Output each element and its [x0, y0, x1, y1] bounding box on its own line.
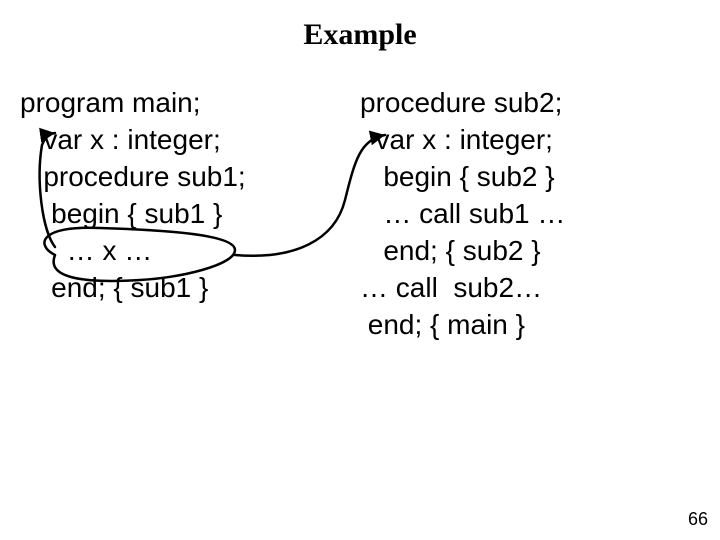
code-line: … x … — [20, 235, 152, 266]
code-line: var x : integer; — [20, 124, 221, 155]
right-code-block: procedure sub2; var x : integer; begin {… — [360, 84, 565, 343]
left-code-block: program main; var x : integer; procedure… — [20, 84, 246, 306]
code-line: end; { sub1 } — [20, 272, 208, 303]
code-line: begin { sub1 } — [20, 198, 222, 229]
code-line: program main; — [20, 87, 201, 118]
code-line: procedure sub1; — [20, 161, 246, 192]
code-line: end; { main } — [360, 309, 525, 340]
code-line: … call sub2… — [360, 272, 542, 303]
page-title: Example — [0, 18, 720, 52]
code-line: end; { sub2 } — [360, 235, 541, 266]
code-line: … call sub1 … — [360, 198, 565, 229]
code-line: begin { sub2 } — [360, 161, 555, 192]
code-line: procedure sub2; — [360, 87, 562, 118]
page-number: 66 — [688, 509, 708, 530]
code-line: var x : integer; — [360, 124, 553, 155]
